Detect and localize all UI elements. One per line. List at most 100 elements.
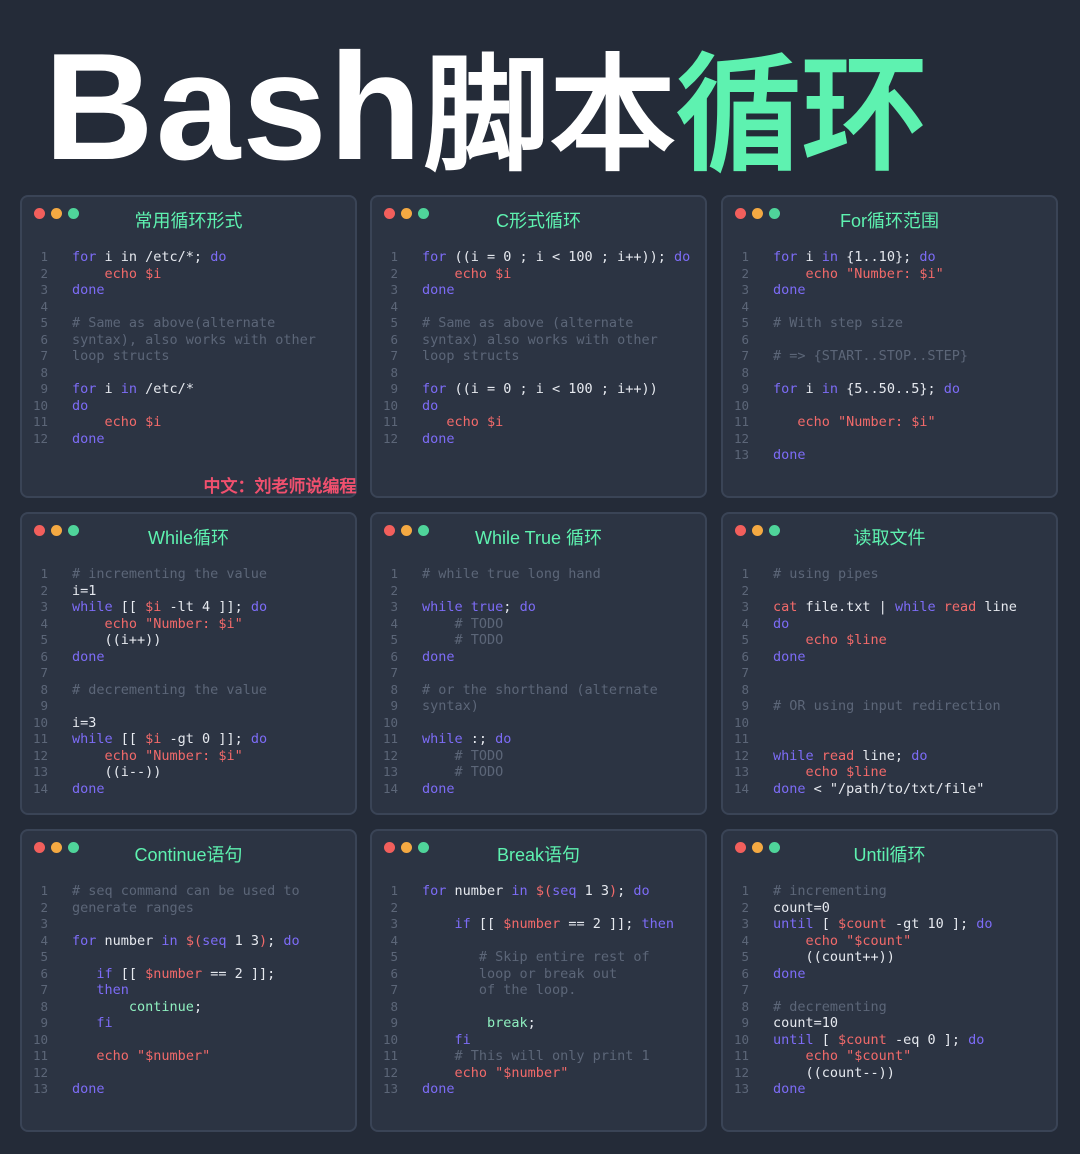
code-token: in [161, 932, 178, 949]
code-token: echo [454, 1064, 488, 1081]
code-line: 12 done [372, 431, 705, 448]
code-token: i [96, 381, 121, 397]
code-line: 11 echo "$count" [723, 1048, 1056, 1065]
code-line: 3 if [[ $number == 2 ]]; then [372, 916, 705, 933]
code-token: seq [202, 932, 227, 949]
code-token: count=0 [773, 899, 830, 916]
code-token: do [633, 883, 650, 899]
code-token: do [283, 932, 300, 949]
code-token: "$number" [137, 1048, 211, 1064]
line-number: 2 [741, 265, 749, 281]
code-line: 8 [723, 365, 1056, 382]
code-token: # incrementing [773, 883, 887, 899]
code-token: ; [617, 883, 634, 899]
code-token: [[ [112, 731, 146, 747]
code-line: 3 done [723, 282, 1056, 299]
line-number: 13 [32, 1081, 48, 1096]
code-text: # or the shorthand (alternate [422, 682, 658, 699]
code-text: if [[ $number == 2 ]]; [72, 966, 275, 983]
code-token: $number [145, 965, 203, 982]
code-token: done [422, 780, 455, 797]
line-number: 2 [390, 265, 398, 281]
code-line: 14 done < "/path/to/txt/file" [723, 781, 1056, 798]
code-line: 7 [723, 665, 1056, 682]
code-line: 14 done [22, 781, 355, 798]
code-text: done [773, 282, 806, 299]
line-number: 4 [40, 298, 48, 314]
code-token: echo [446, 414, 479, 430]
line-number: 12 [32, 747, 48, 763]
line-number: 8 [40, 364, 48, 380]
line-number: 9 [741, 698, 749, 713]
code-token: while [72, 731, 113, 747]
code-token: $number [503, 916, 561, 932]
code-line: 5 # Same as above (alternate [372, 315, 705, 332]
code-line: 9 for i in /etc/* [22, 381, 355, 398]
code-text: loop structs [72, 348, 170, 365]
line-number: 12 [382, 1064, 398, 1080]
code-token: done [422, 1081, 455, 1097]
code-token: done [422, 282, 455, 298]
line-number: 2 [390, 582, 398, 598]
code-line: 6 done [723, 649, 1056, 666]
line-number: 9 [390, 1015, 398, 1030]
code-line: 1 for number in $(seq 1 3); do [372, 883, 705, 900]
code-text: echo "Number: $i" [72, 748, 243, 765]
code-line: 2 echo $i [372, 266, 705, 283]
line-number: 13 [733, 1081, 749, 1096]
code-text: for i in /etc/*; do [72, 249, 226, 266]
code-panel-8: Break语句 1 for number in $(seq 1 3); do 2 3 i… [370, 829, 707, 1132]
code-text: for number in $(seq 1 3); do [422, 883, 650, 900]
code-text: # TODO [422, 632, 504, 649]
line-number: 4 [390, 932, 398, 948]
code-line: 2 echo "Number: $i" [723, 266, 1056, 283]
line-number: 1 [741, 249, 749, 264]
code-token: # incrementing the value [72, 566, 268, 582]
code-line: 10 until [ $count -eq 0 ]; do [723, 1032, 1056, 1049]
line-number: 6 [40, 331, 48, 347]
line-number: 13 [382, 1081, 398, 1096]
code-token: $( [535, 883, 553, 899]
code-token: # or the shorthand (alternate [422, 681, 658, 698]
line-number: 6 [741, 648, 749, 664]
code-token: syntax), also works with other [72, 331, 316, 348]
code-token: done [72, 648, 105, 665]
code-line: 4 [372, 299, 705, 316]
code-text: of the loop. [422, 982, 577, 999]
code-line: 9 fi [22, 1015, 355, 1032]
code-line: 4 echo "Number: $i" [22, 616, 355, 633]
code-text: # This will only print 1 [422, 1048, 650, 1065]
watermark-text: 中文：刘老师说编程 [203, 477, 357, 497]
line-number: 9 [741, 1015, 749, 1030]
code-text: while :; do [422, 731, 511, 748]
code-text: for i in {5..50..5}; do [773, 381, 960, 398]
code-line: 11 while :; do [372, 731, 705, 748]
code-text: done [422, 781, 455, 798]
code-line: 4 [723, 299, 1056, 316]
code-token: syntax) also works with other [422, 331, 658, 348]
code-token: do [773, 615, 790, 632]
line-number: 9 [40, 381, 48, 396]
code-line: 3 while true; do [372, 599, 705, 616]
code-token: $line [846, 764, 887, 780]
code-block: 1 for i in /etc/*; do 2 echo $i 3 done 4 5 # Sa… [22, 249, 355, 447]
code-line: 10 do [372, 398, 705, 415]
line-number: 1 [390, 883, 398, 898]
code-token: # decrementing the value [72, 681, 268, 698]
code-line: 7 [22, 665, 355, 682]
code-text: do [773, 616, 789, 633]
code-token: # => {START..STOP..STEP} [773, 348, 969, 364]
line-number: 8 [741, 998, 749, 1014]
code-token: # seq command can be used to [72, 883, 300, 899]
line-number: 1 [40, 566, 48, 581]
code-line: 2 [723, 583, 1056, 600]
line-number: 11 [382, 731, 398, 746]
